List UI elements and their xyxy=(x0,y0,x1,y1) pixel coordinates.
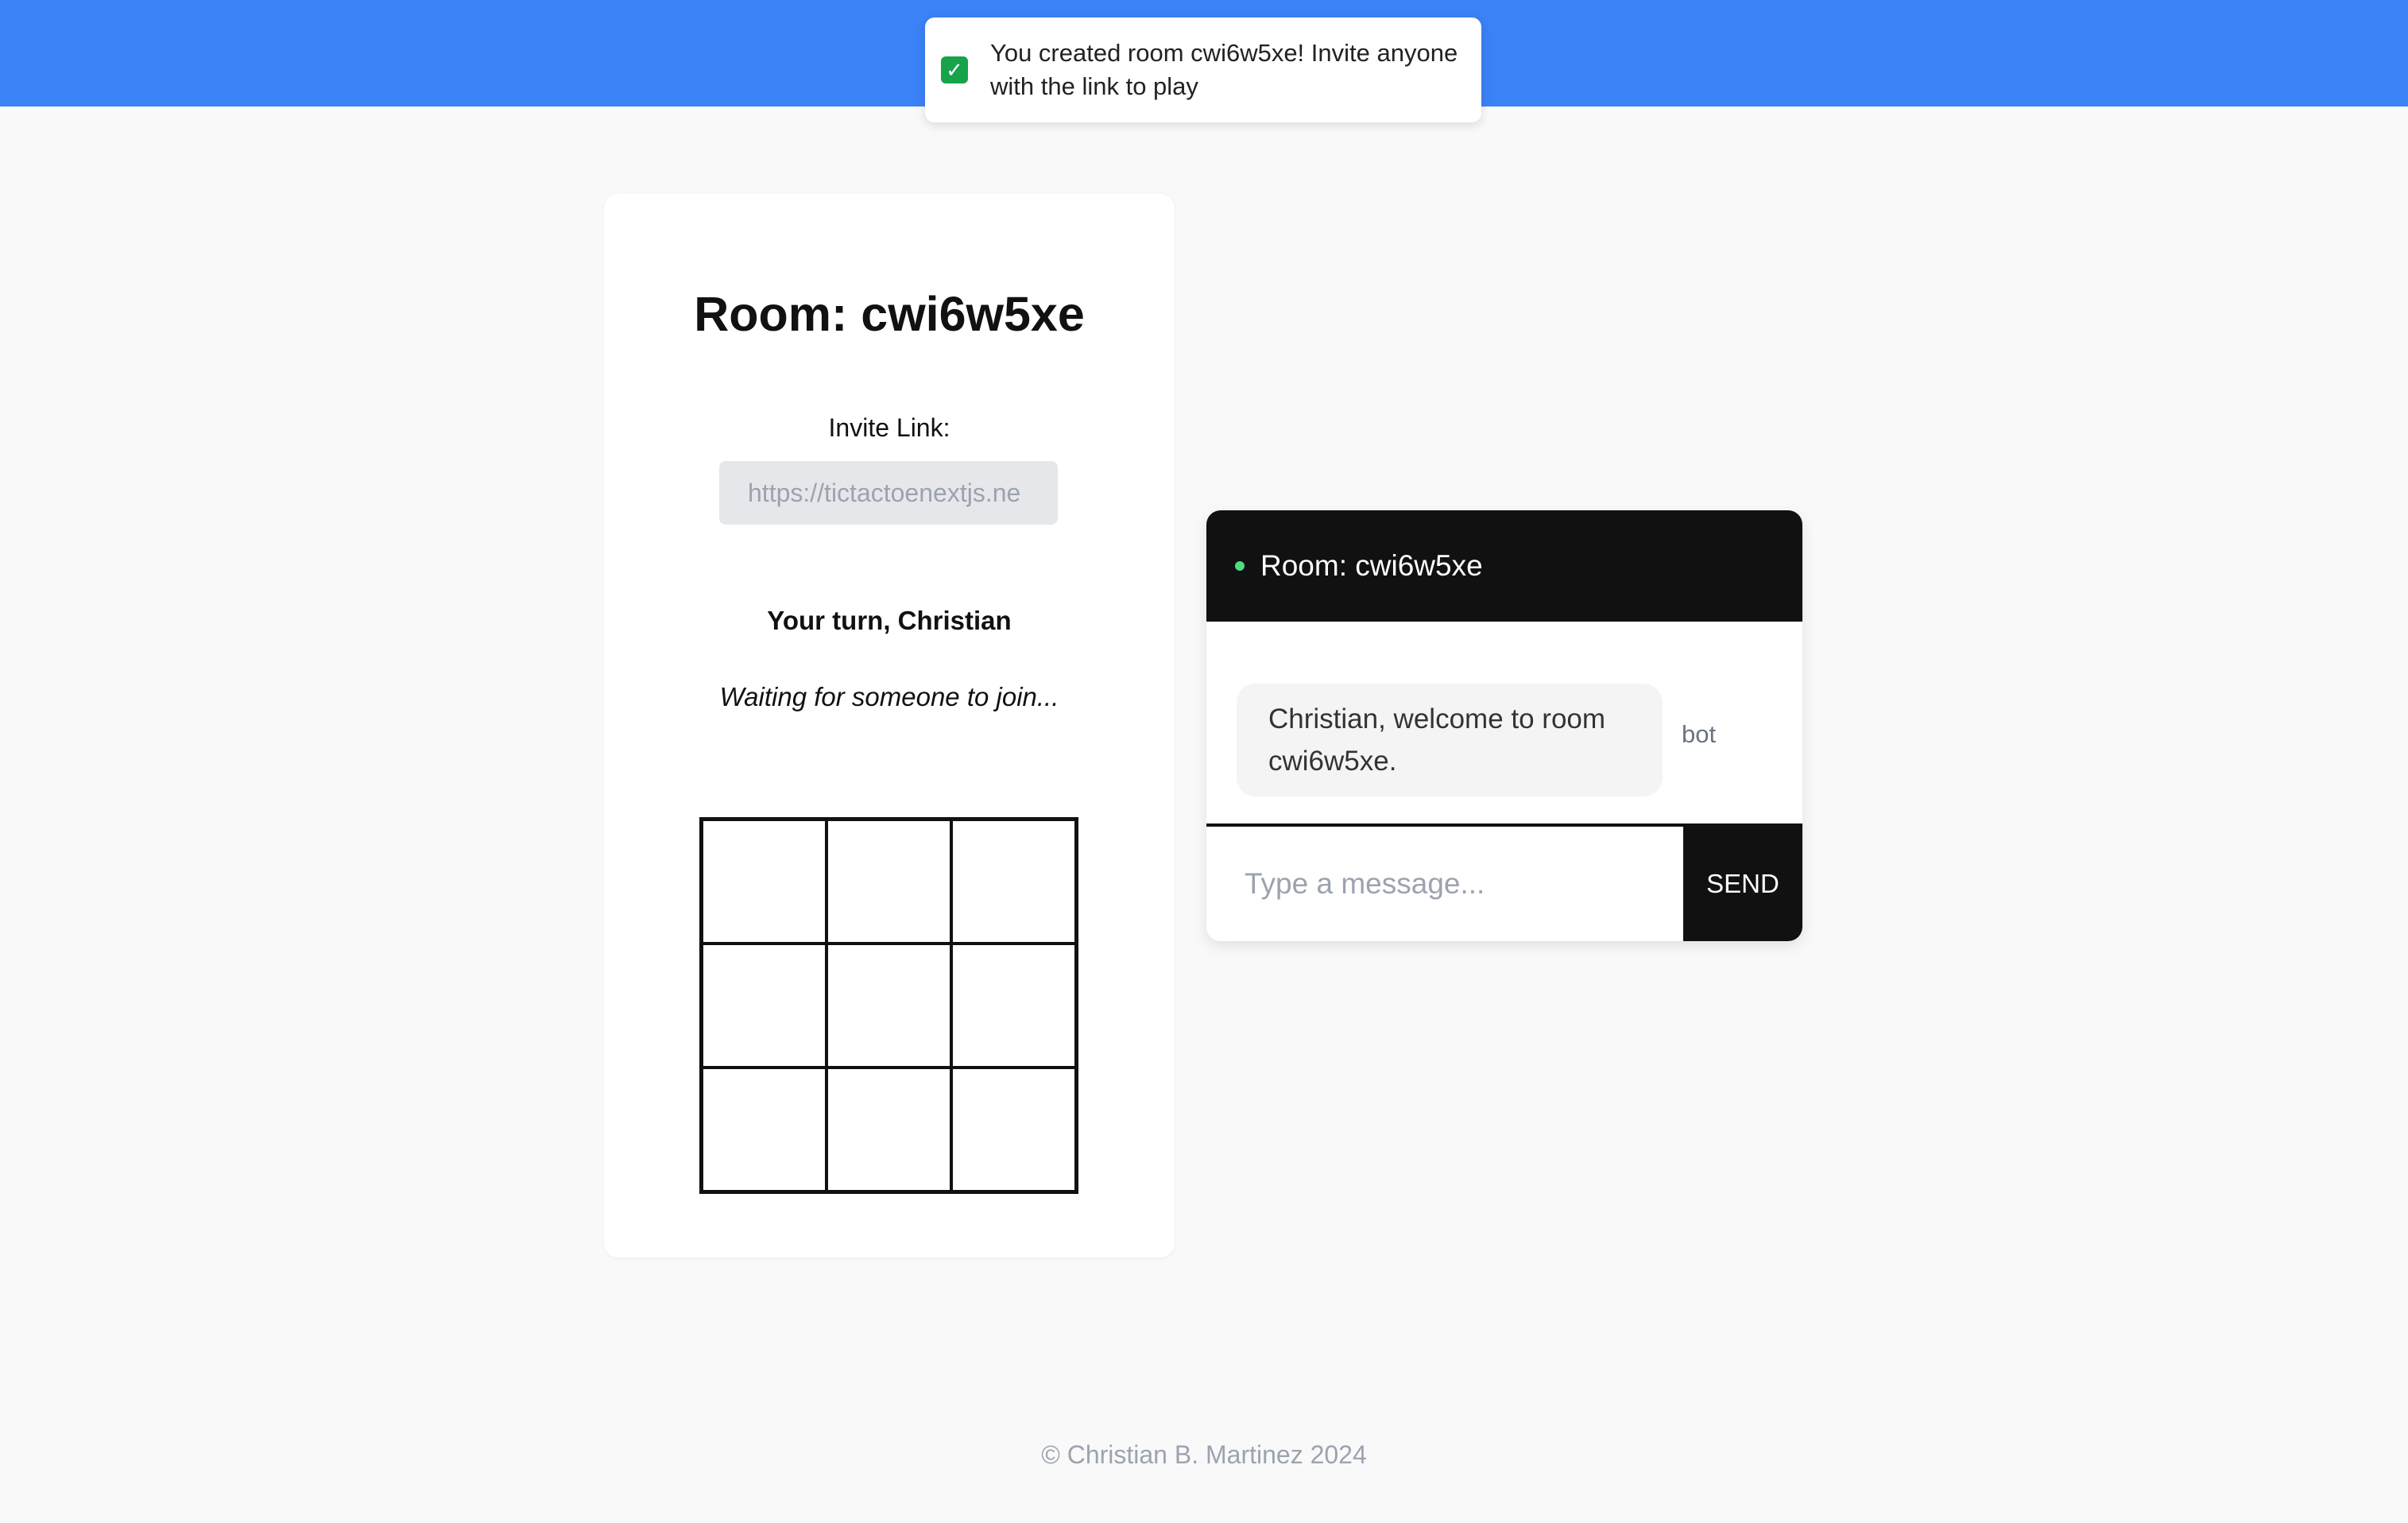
chat-panel: Room: cwi6w5xe Christian, welcome to roo… xyxy=(1206,510,1802,941)
invite-link-field[interactable] xyxy=(719,461,1058,525)
message-sender: bot xyxy=(1682,720,1717,748)
board-cell[interactable] xyxy=(951,1068,1076,1192)
board-cell[interactable] xyxy=(951,944,1076,1068)
board-cell[interactable] xyxy=(827,1068,951,1192)
check-icon: ✓ xyxy=(941,56,968,83)
board-cell[interactable] xyxy=(702,820,827,944)
turn-status: Your turn, Christian xyxy=(767,606,1012,635)
footer-copyright: © Christian B. Martinez 2024 xyxy=(1041,1440,1367,1469)
message-bubble: Christian, welcome to room cwi6w5xe. xyxy=(1237,684,1663,796)
board-cell[interactable] xyxy=(951,820,1076,944)
toast-notification: ✓ You created room cwi6w5xe! Invite anyo… xyxy=(925,17,1481,122)
board-cell[interactable] xyxy=(702,1068,827,1192)
board-cell[interactable] xyxy=(702,944,827,1068)
toast-message: You created room cwi6w5xe! Invite anyone… xyxy=(990,39,1458,100)
page: ✓ You created room cwi6w5xe! Invite anyo… xyxy=(0,0,2408,1523)
board-cell[interactable] xyxy=(827,944,951,1068)
online-status-dot xyxy=(1235,561,1245,571)
send-button[interactable]: SEND xyxy=(1683,827,1802,941)
invite-link-label: Invite Link: xyxy=(828,413,950,442)
message-input[interactable] xyxy=(1206,827,1683,941)
chat-room-title: Room: cwi6w5xe xyxy=(1260,549,1483,582)
chat-header: Room: cwi6w5xe xyxy=(1206,510,1802,622)
board-cell[interactable] xyxy=(827,820,951,944)
room-title: Room: cwi6w5xe xyxy=(694,287,1085,341)
game-board xyxy=(699,817,1078,1194)
chat-input-row: SEND xyxy=(1206,824,1802,941)
game-card: Room: cwi6w5xe Invite Link: Your turn, C… xyxy=(604,194,1175,1258)
chat-messages: Christian, welcome to room cwi6w5xe. bot xyxy=(1206,622,1802,824)
waiting-status: Waiting for someone to join... xyxy=(719,682,1059,711)
